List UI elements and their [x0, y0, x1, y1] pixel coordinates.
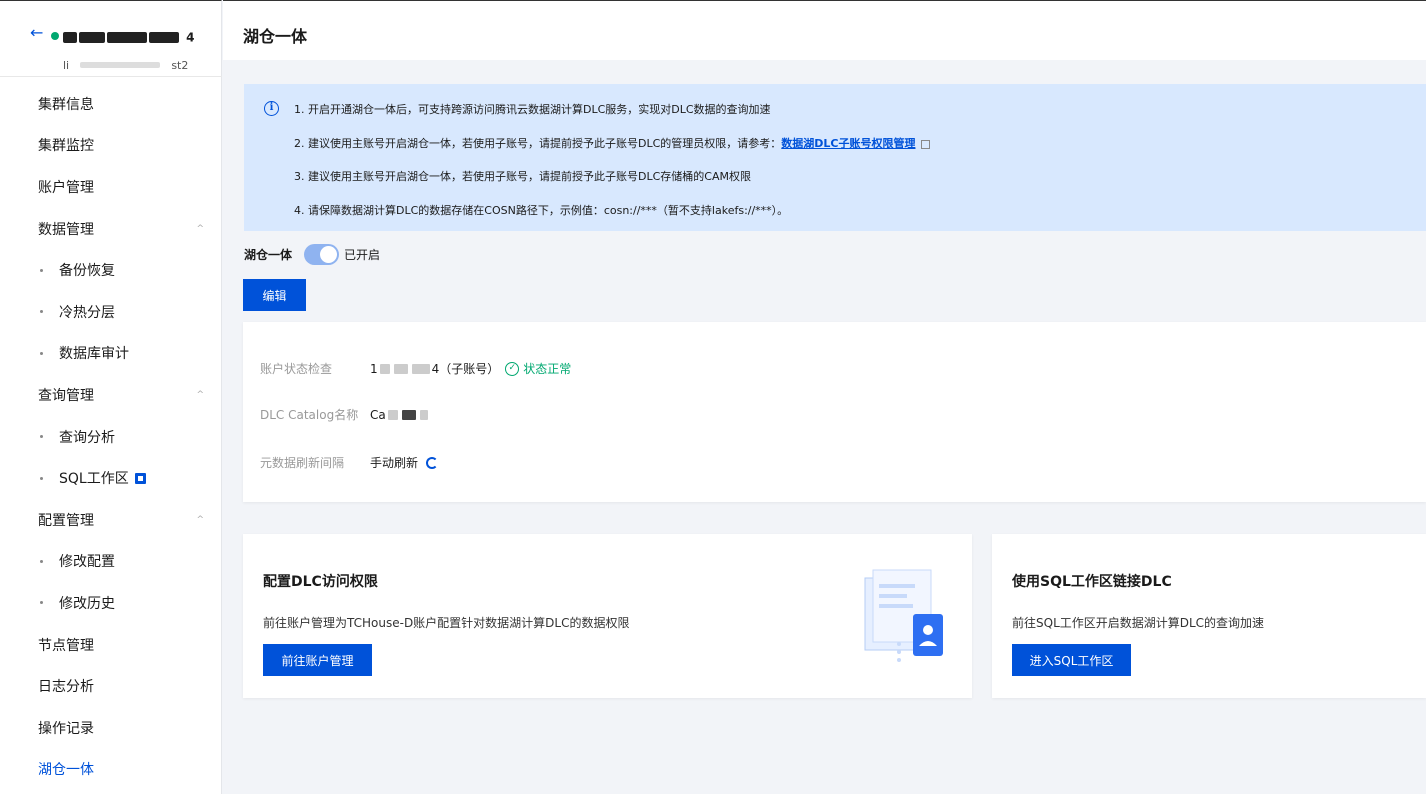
sidebar: ← 4 li st2 集群信息 集群监控 账户管理 数据管理 ^ 备份恢复 冷热分… [0, 0, 222, 794]
notice-line-4: 4. 请保障数据湖计算DLC的数据存储在COSN路径下，示例值：cosn://*… [294, 204, 789, 217]
sidebar-item-node-management[interactable]: 节点管理 [0, 624, 222, 666]
sql-workspace-card: 使用SQL工作区链接DLC 前往SQL工作区开启数据湖计算DLC的查询加速 进入… [992, 534, 1426, 698]
sidebar-item-account-management[interactable]: 账户管理 [0, 166, 222, 208]
cluster-name: 4 [63, 27, 205, 45]
sidebar-nav: 集群信息 集群监控 账户管理 数据管理 ^ 备份恢复 冷热分层 数据库审计 查询管… [0, 83, 222, 790]
notice-line-2: 2. 建议使用主账号开启湖仓一体，若使用子账号，请提前授予此子账号DLC的管理员… [294, 135, 930, 151]
info-card: 账户状态检查 1 4 （子账号） ✓ 状态正常 DLC Catalog名称 Ca… [243, 322, 1426, 502]
sidebar-group-config-management[interactable]: 配置管理 ^ [0, 499, 222, 541]
sidebar-item-sql-workspace[interactable]: SQL工作区 [0, 457, 222, 499]
lakehouse-toggle[interactable] [304, 244, 339, 265]
lakehouse-toggle-label: 湖仓一体 [244, 248, 293, 262]
page-title: 湖仓一体 [243, 27, 308, 46]
go-account-management-button[interactable]: 前往账户管理 [263, 644, 372, 676]
sidebar-item-query-analysis[interactable]: 查询分析 [0, 416, 222, 458]
enter-sql-workspace-button[interactable]: 进入SQL工作区 [1012, 644, 1131, 676]
arrow-left-icon[interactable]: ← [30, 25, 43, 41]
sidebar-item-modify-config[interactable]: 修改配置 [0, 541, 222, 583]
card-title: 使用SQL工作区链接DLC [1012, 574, 1172, 590]
status-badge: 状态正常 [523, 362, 572, 376]
card-desc: 前往SQL工作区开启数据湖计算DLC的查询加速 [1012, 616, 1265, 630]
sidebar-item-cluster-monitor[interactable]: 集群监控 [0, 125, 222, 167]
check-circle-icon: ✓ [505, 361, 520, 376]
cluster-id: li st2 [63, 59, 189, 72]
card-desc: 前往账户管理为TCHouse-D账户配置针对数据湖计算DLC的数据权限 [263, 616, 630, 630]
chevron-up-icon: ^ [196, 223, 204, 234]
sidebar-item-operation-log[interactable]: 操作记录 [0, 707, 222, 749]
catalog-row: DLC Catalog名称 Ca [260, 406, 430, 423]
sidebar-item-log-analysis[interactable]: 日志分析 [0, 665, 222, 707]
external-link-icon [134, 472, 146, 484]
sidebar-item-tiered-storage[interactable]: 冷热分层 [0, 291, 222, 333]
notice-line-1: 1. 开启开通湖仓一体后，可支持跨源访问腾讯云数据湖计算DLC服务，实现对DLC… [294, 103, 771, 116]
sidebar-item-lakehouse[interactable]: 湖仓一体 [0, 749, 222, 791]
sidebar-item-backup-restore[interactable]: 备份恢复 [0, 249, 222, 291]
sidebar-item-cluster-info[interactable]: 集群信息 [0, 83, 222, 125]
chevron-up-icon: ^ [196, 514, 204, 525]
top-bar: 湖仓一体 [223, 0, 1426, 60]
notice-banner: i 1. 开启开通湖仓一体后，可支持跨源访问腾讯云数据湖计算DLC服务，实现对D… [244, 84, 1426, 231]
dlc-permission-link[interactable]: 数据湖DLC子账号权限管理 [781, 137, 915, 150]
cluster-header: ← 4 li st2 [0, 1, 222, 77]
account-status-row: 账户状态检查 1 4 （子账号） ✓ 状态正常 [260, 361, 572, 376]
refresh-icon[interactable] [426, 456, 439, 469]
refresh-row: 元数据刷新间隔 手动刷新 [260, 454, 439, 471]
toggle-status: 已开启 [344, 248, 381, 262]
sidebar-item-db-audit[interactable]: 数据库审计 [0, 333, 222, 375]
account-illustration-icon [864, 569, 943, 662]
notice-line-3: 3. 建议使用主账号开启湖仓一体，若使用子账号，请提前授予此子账号DLC存储桶的… [294, 170, 751, 183]
info-icon: i [264, 101, 279, 116]
external-link-icon [920, 139, 930, 149]
chevron-up-icon: ^ [196, 389, 204, 400]
sidebar-item-modify-history[interactable]: 修改历史 [0, 582, 222, 624]
card-title: 配置DLC访问权限 [263, 574, 378, 590]
dlc-permission-card: 配置DLC访问权限 前往账户管理为TCHouse-D账户配置针对数据湖计算DLC… [243, 534, 972, 698]
sidebar-group-data-management[interactable]: 数据管理 ^ [0, 208, 222, 250]
sidebar-group-query-management[interactable]: 查询管理 ^ [0, 374, 222, 416]
status-dot [51, 32, 59, 40]
edit-button[interactable]: 编辑 [243, 279, 306, 311]
